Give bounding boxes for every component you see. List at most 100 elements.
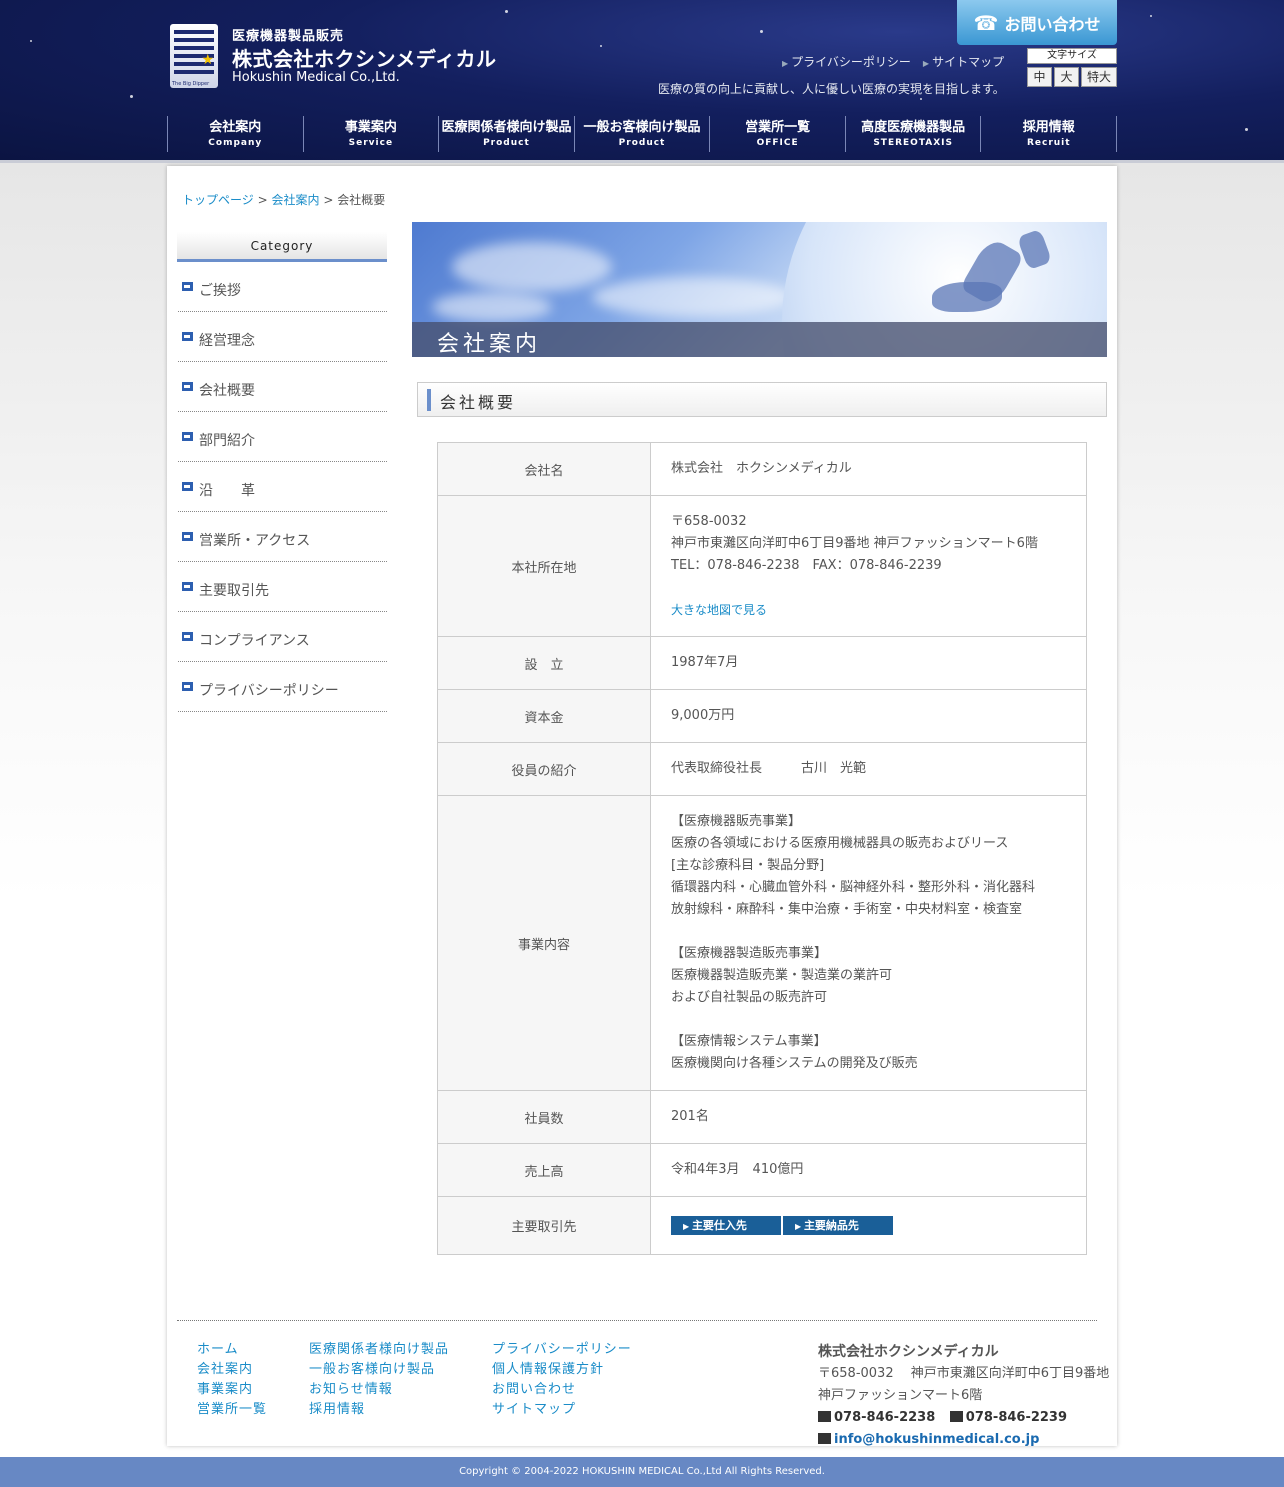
font-size-large-button[interactable]: 大 (1054, 67, 1079, 87)
sidebar-item-label: ご挨拶 (199, 282, 241, 299)
copyright: Copyright © 2004-2022 HOKUSHIN MEDICAL C… (0, 1457, 1284, 1487)
large-map-link[interactable]: 大きな地図で見る (671, 603, 767, 617)
row-label: 主要取引先 (437, 1196, 651, 1255)
arrow-icon (182, 632, 193, 641)
nav-sublabel: Service (348, 138, 394, 148)
table-row: 主要取引先 主要仕入先主要納品先 (437, 1196, 1087, 1255)
footer-links-col2: 医療関係者様向け製品 一般お客様向け製品 お知らせ情報 採用情報 (309, 1340, 449, 1420)
row-label: 会社名 (437, 442, 651, 496)
nav-sublabel: Product (483, 138, 530, 148)
breadcrumb-current: 会社概要 (337, 193, 386, 207)
sidebar-item-label: 主要取引先 (199, 582, 269, 599)
logo-subtitle: 医療機器製品販売 (232, 29, 345, 44)
nav-sublabel: Recruit (1026, 138, 1071, 148)
fax-icon (949, 1411, 963, 1422)
privacy-policy-link[interactable]: プライバシーポリシー (791, 55, 911, 69)
nav-label: 営業所一覧 (745, 120, 811, 135)
footer-links-col3: プライバシーポリシー 個人情報保護方針 お問い合わせ サイトマップ (492, 1340, 632, 1420)
sidebar-item-label: 経営理念 (199, 332, 255, 349)
capital-value: 9,000万円 (650, 689, 1087, 743)
footer-link-sitemap[interactable]: サイトマップ (492, 1400, 632, 1420)
sidebar-item-departments[interactable]: 部門紹介 (178, 412, 387, 462)
site-logo[interactable]: ★ The Big Dipper 医療機器製品販売 株式会社ホクシンメディカル … (170, 24, 510, 90)
nav-sublabel: OFFICE (756, 138, 799, 148)
arrow-icon (182, 332, 193, 341)
table-row: 資本金 9,000万円 (437, 689, 1087, 743)
footer-link-service[interactable]: 事業案内 (197, 1380, 267, 1400)
sidebar-item-overview[interactable]: 会社概要 (178, 362, 387, 412)
nav-medical-products[interactable]: 医療関係者様向け製品 Product (438, 116, 574, 152)
breadcrumb-home-link[interactable]: トップページ (182, 193, 254, 207)
footer-link-news[interactable]: お知らせ情報 (309, 1380, 449, 1400)
hero-banner: 会社案内 (412, 222, 1107, 357)
company-overview-table: 会社名 株式会社 ホクシンメディカル 本社所在地 〒658-0032 神戸市東灘… (437, 442, 1087, 1255)
row-label: 本社所在地 (437, 495, 651, 637)
row-label: 資本金 (437, 689, 651, 743)
nav-service[interactable]: 事業案内 Service (302, 116, 439, 152)
row-label: 売上高 (437, 1143, 651, 1197)
table-row: 本社所在地 〒658-0032 神戸市東灘区向洋町中6丁目9番地 神戸ファッショ… (437, 495, 1087, 637)
sidebar-item-greeting[interactable]: ご挨拶 (178, 262, 387, 312)
footer-address-1: 〒658-0032 神戸市東灘区向洋町中6丁目9番地 (818, 1366, 1110, 1381)
nav-label: 高度医療機器製品 (861, 120, 966, 135)
category-sidebar: Category ご挨拶 経営理念 会社概要 部門紹介 沿 革 営業所・アクセス… (177, 232, 387, 712)
main-customers-button[interactable]: 主要納品先 (783, 1215, 893, 1235)
arrow-icon (182, 432, 193, 441)
sidebar-item-compliance[interactable]: コンプライアンス (178, 612, 387, 662)
header-top-links: ▶ プライバシーポリシー ▶ サイトマップ (782, 53, 1004, 70)
nav-consumer-products[interactable]: 一般お客様向け製品 Product (573, 116, 710, 152)
sidebar-item-label: 営業所・アクセス (199, 532, 311, 549)
footer-link-company[interactable]: 会社案内 (197, 1360, 267, 1380)
sidebar-item-access[interactable]: 営業所・アクセス (178, 512, 387, 562)
footer-link-personal-info[interactable]: 個人情報保護方針 (492, 1360, 632, 1380)
arrow-icon (182, 382, 193, 391)
business-line: 【医療機器販売事業】 (671, 814, 802, 829)
font-size-medium-button[interactable]: 中 (1027, 67, 1052, 87)
footer-email-link[interactable]: info@hokushinmedical.co.jp (834, 1432, 1039, 1447)
footer-link-recruit[interactable]: 採用情報 (309, 1400, 449, 1420)
row-label: 役員の紹介 (437, 742, 651, 796)
sidebar-item-privacy[interactable]: プライバシーポリシー (178, 662, 387, 712)
arrow-icon (182, 482, 193, 491)
nav-company[interactable]: 会社案内 Company (167, 116, 303, 152)
arrow-icon (182, 682, 193, 691)
section-title: 会社概要 (440, 393, 517, 412)
nav-label: 事業案内 (344, 120, 397, 135)
nav-recruit[interactable]: 採用情報 Recruit (980, 116, 1118, 152)
business-line: 医療機器製造販売業・製造業の業許可 (671, 968, 893, 983)
nav-stereotaxis[interactable]: 高度医療機器製品 STEREOTAXIS (844, 116, 981, 152)
footer-link-consumer-products[interactable]: 一般お客様向け製品 (309, 1360, 449, 1380)
logo-english-name: Hokushin Medical Co.,Ltd. (232, 70, 400, 85)
address-zip: 〒658-0032 (671, 513, 747, 529)
footer-link-medical-products[interactable]: 医療関係者様向け製品 (309, 1340, 449, 1360)
sidebar-item-philosophy[interactable]: 経営理念 (178, 312, 387, 362)
breadcrumb: トップページ > 会社案内 > 会社概要 (182, 191, 385, 208)
main-container: トップページ > 会社案内 > 会社概要 Category ご挨拶 経営理念 会… (167, 166, 1117, 1447)
footer-link-privacy[interactable]: プライバシーポリシー (492, 1340, 632, 1360)
main-suppliers-button[interactable]: 主要仕入先 (671, 1215, 781, 1235)
contact-button[interactable]: ☎ お問い合わせ (957, 0, 1117, 45)
sidebar-item-history[interactable]: 沿 革 (178, 462, 387, 512)
business-line: 放射線科・麻酔科・集中治療・手術室・中央材料室・検査室 (671, 902, 1023, 917)
business-line (671, 1009, 1066, 1031)
nav-offices[interactable]: 営業所一覧 OFFICE (709, 116, 845, 152)
breadcrumb-parent-link[interactable]: 会社案内 (271, 193, 319, 207)
row-label: 設 立 (437, 636, 651, 690)
address-tel-fax: TEL：078-846-2238 FAX：078-846-2239 (671, 557, 942, 573)
footer-link-offices[interactable]: 営業所一覧 (197, 1400, 267, 1420)
font-size-xlarge-button[interactable]: 特大 (1081, 67, 1117, 87)
footer-link-home[interactable]: ホーム (197, 1340, 267, 1360)
company-name-value: 株式会社 ホクシンメディカル (650, 442, 1087, 496)
sitemap-link[interactable]: サイトマップ (932, 55, 1004, 69)
business-line: 【医療機器製造販売事業】 (671, 946, 828, 961)
sidebar-item-partners[interactable]: 主要取引先 (178, 562, 387, 612)
arrow-icon (182, 582, 193, 591)
nav-label: 医療関係者様向け製品 (441, 120, 572, 135)
footer-fax: 078-846-2239 (965, 1410, 1068, 1425)
footer-link-contact[interactable]: お問い合わせ (492, 1380, 632, 1400)
footer-links-col1: ホーム 会社案内 事業案内 営業所一覧 (197, 1340, 267, 1420)
business-line: 循環器内科・心臓血管外科・脳神経外科・整形外科・消化器科 (671, 880, 1036, 895)
table-row: 社員数 201名 (437, 1090, 1087, 1144)
address-street: 神戸市東灘区向洋町中6丁目9番地 神戸ファッションマート6階 (671, 535, 1038, 551)
business-line: 医療の各領域における医療用機械器具の販売およびリース (671, 836, 1009, 851)
